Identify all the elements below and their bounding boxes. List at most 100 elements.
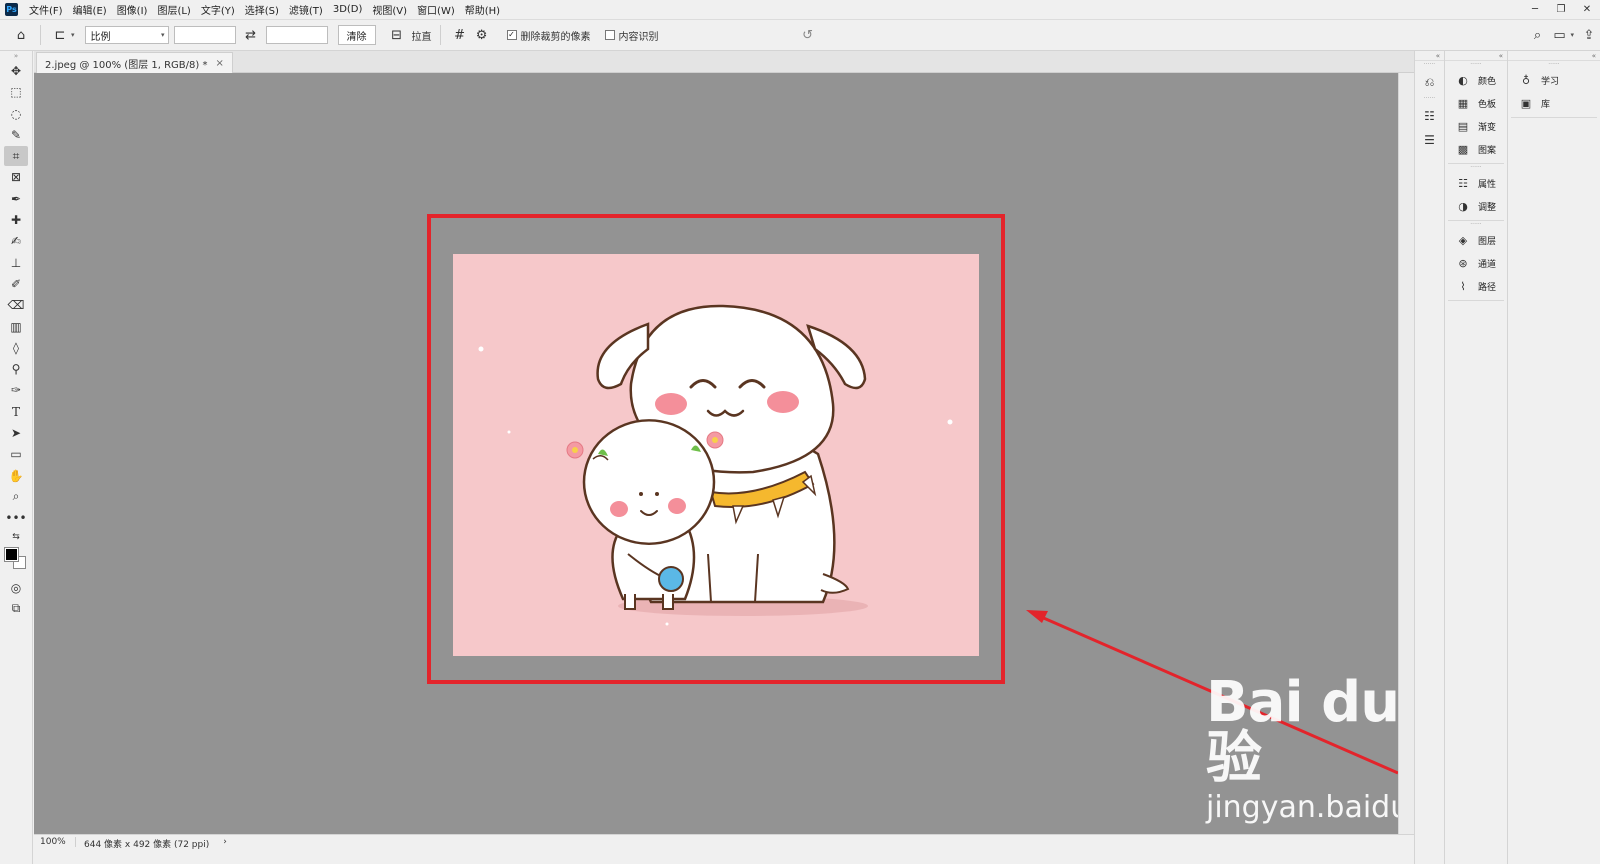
menu-3d[interactable]: 3D(D) [328,4,368,15]
brush-settings-button[interactable]: ☷ [1418,105,1442,127]
marquee-tool[interactable]: ⬚ [4,82,28,102]
healing-tool[interactable]: ✚ [4,210,28,230]
panel-adjustments[interactable]: ◑ 调整 [1448,195,1504,218]
collapse-icon[interactable]: « [1445,51,1507,61]
dodge-tool[interactable]: ⚲ [4,359,28,379]
menu-filter[interactable]: 滤镜(T) [284,2,328,17]
grip-icon[interactable]: ······ [1448,221,1504,229]
quick-select-tool[interactable]: ✎ [4,125,28,145]
swap-icon[interactable]: ⇄ [240,24,262,46]
delete-cropped-checkbox[interactable]: ✓ 删除裁剪的像素 [506,28,591,43]
grip-icon[interactable]: ······ [1448,61,1504,69]
crop-height-input[interactable] [265,26,328,44]
options-bar-right: ⌕ ▭ ▾ ⇪ [1526,20,1600,50]
history-brush-tool[interactable]: ✐ [4,274,28,294]
straighten-icon[interactable]: ⊟ [386,24,408,46]
close-tab-icon[interactable]: × [215,58,223,69]
more-tools[interactable]: ••• [4,508,28,528]
vertical-scrollbar[interactable] [1398,73,1414,834]
brush-tool[interactable]: ✍ [4,231,28,251]
menu-layer[interactable]: 图层(L) [152,2,195,17]
panel-patterns[interactable]: ▩ 图案 [1448,138,1504,161]
move-tool[interactable]: ✥ [4,61,28,81]
checkbox-checked-icon[interactable]: ✓ [506,30,517,40]
chevron-down-icon[interactable]: ▾ [1570,31,1574,39]
panel-color[interactable]: ◐ 颜色 [1448,69,1504,92]
adjust-settings-button[interactable]: ☰ [1418,129,1442,151]
path-select-tool[interactable]: ➤ [4,423,28,443]
grip-icon[interactable]: ······ [1511,61,1597,69]
clear-button[interactable]: 清除 [337,25,376,45]
menu-window[interactable]: 窗口(W) [412,2,460,17]
menu-help[interactable]: 帮助(H) [460,2,505,17]
panel-paths[interactable]: ⌇ 路径 [1448,275,1504,298]
menu-image[interactable]: 图像(I) [112,2,153,17]
menu-bar: Ps 文件(F) 编辑(E) 图像(I) 图层(L) 文字(Y) 选择(S) 滤… [0,0,1600,19]
checkbox-unchecked-icon[interactable] [604,30,615,40]
panel-learn[interactable]: ♁ 学习 [1511,69,1597,92]
chevron-down-icon[interactable]: ▾ [71,31,75,39]
overlay-grid-icon[interactable]: # [449,24,471,46]
swap-colors[interactable]: ⇆ [4,530,28,544]
menu-edit[interactable]: 编辑(E) [68,2,112,17]
panel-layers[interactable]: ◈ 图层 [1448,229,1504,252]
crop-width-input[interactable] [173,26,236,44]
panel-libraries[interactable]: ▣ 库 [1511,92,1597,115]
zoom-icon: ⌕ [12,489,20,504]
screen-mode-button[interactable]: ⧉ [4,599,28,619]
frame-tool[interactable]: ⊠ [4,167,28,187]
lasso-tool[interactable]: ◌ [4,104,28,124]
document-info: 644 像素 x 492 像素 (72 ppi) [84,840,210,850]
gradient-tool[interactable]: ▥ [4,317,28,337]
menu-file[interactable]: 文件(F) [24,2,68,17]
panel-properties[interactable]: ☷ 属性 [1448,172,1504,195]
zoom-level-field[interactable]: 100% [34,837,76,847]
history-panel-button[interactable]: ⎌ [1418,71,1442,93]
minimize-button[interactable]: ─ [1522,0,1548,19]
panel-gradients[interactable]: ▤ 渐变 [1448,115,1504,138]
grip-icon[interactable]: ······ [1415,95,1444,103]
restore-button[interactable]: ❐ [1548,0,1574,19]
straighten-button[interactable]: 拉直 [412,28,432,43]
collapse-icon[interactable]: « [1415,51,1444,61]
color-swatches[interactable] [3,546,29,574]
collapse-icon[interactable]: « [1508,51,1600,61]
stamp-tool[interactable]: ⊥ [4,253,28,273]
collapse-icon[interactable]: » [0,51,32,61]
reset-icon[interactable]: ↺ [797,24,819,46]
status-menu-icon[interactable]: › [223,837,227,847]
rectangle-tool[interactable]: ▭ [4,444,28,464]
panel-patterns-label: 图案 [1478,146,1497,156]
menu-view[interactable]: 视图(V) [367,2,412,17]
quick-mask-icon: ◎ [10,580,22,595]
search-icon[interactable]: ⌕ [1526,24,1548,46]
quick-mask-button[interactable]: ◎ [4,578,28,598]
crop-preset-icon[interactable]: ⊏ [49,24,71,46]
close-button[interactable]: ✕ [1574,0,1600,19]
grip-icon[interactable]: ······ [1448,164,1504,172]
zoom-tool[interactable]: ⌕ [4,487,28,507]
canvas-area[interactable]: Bai du 经验 jingyan.baidu.com [34,73,1398,834]
pen-tool[interactable]: ✑ [4,380,28,400]
menu-type[interactable]: 文字(Y) [196,2,240,17]
panel-group-learn: ······ ♁ 学习 ▣ 库 [1511,61,1597,118]
document-tab[interactable]: 2.jpeg @ 100% (图层 1, RGB/8) * × [36,52,233,73]
eraser-tool[interactable]: ⌫ [4,295,28,315]
home-icon[interactable]: ⌂ [10,24,32,46]
blur-tool[interactable]: ◊ [4,338,28,358]
type-tool[interactable]: T [4,402,28,422]
hand-tool[interactable]: ✋ [4,466,28,486]
panel-swatches[interactable]: ▦ 色板 [1448,92,1504,115]
gear-icon[interactable]: ⚙ [471,24,493,46]
grip-icon[interactable]: ······ [1415,61,1444,69]
workspace-icon[interactable]: ▭ [1548,24,1570,46]
share-icon[interactable]: ⇪ [1578,24,1600,46]
photoshop-logo: Ps [5,3,18,16]
foreground-color[interactable] [4,546,19,562]
eyedropper-tool[interactable]: ✒ [4,189,28,209]
menu-select[interactable]: 选择(S) [240,2,284,17]
content-aware-checkbox[interactable]: 内容识别 [604,28,659,43]
ratio-select[interactable]: 比例 ▾ [84,26,169,44]
panel-channels[interactable]: ⊛ 通道 [1448,252,1504,275]
crop-tool[interactable]: ⌗ [4,146,28,167]
